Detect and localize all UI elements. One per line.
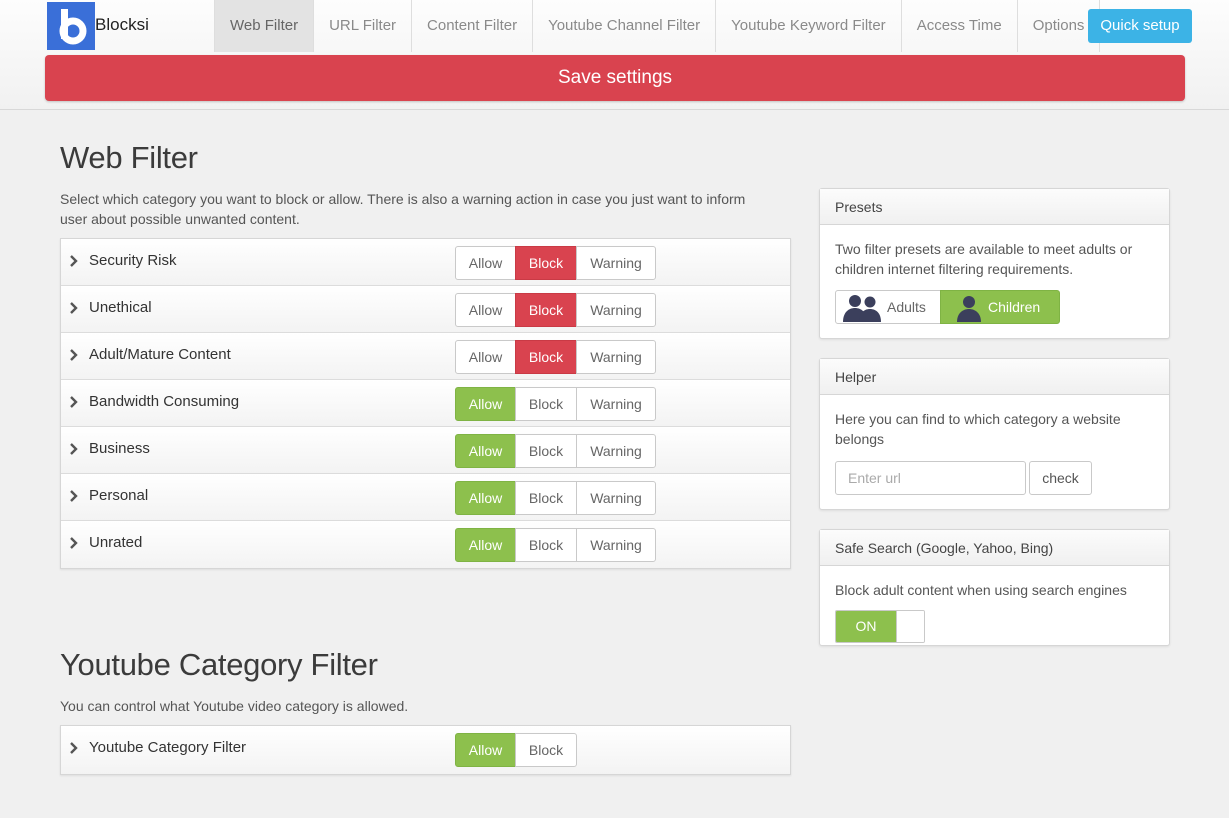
block-button[interactable]: Block: [515, 387, 577, 421]
tab-youtube-channel-filter[interactable]: Youtube Channel Filter: [533, 0, 717, 52]
chevron-right-icon[interactable]: [69, 489, 81, 503]
allow-button[interactable]: Allow: [455, 340, 516, 374]
adults-preset-button[interactable]: Adults: [835, 290, 941, 324]
web-filter-description: Select which category you want to block …: [60, 189, 745, 229]
category-label[interactable]: Youtube Category Filter: [89, 739, 246, 756]
chevron-right-icon[interactable]: [69, 348, 81, 362]
allow-button[interactable]: Allow: [455, 246, 516, 280]
category-label[interactable]: Adult/Mature Content: [89, 346, 231, 363]
chevron-right-icon[interactable]: [69, 395, 81, 409]
category-label[interactable]: Business: [89, 440, 150, 457]
web-filter-title: Web Filter: [60, 140, 198, 175]
allow-button[interactable]: Allow: [455, 481, 516, 515]
warning-button[interactable]: Warning: [576, 481, 656, 515]
safe-search-toggle[interactable]: ON: [835, 610, 925, 643]
tab-web-filter[interactable]: Web Filter: [214, 0, 315, 52]
main-nav: Web Filter URL Filter Content Filter You…: [214, 0, 1101, 52]
warning-button[interactable]: Warning: [576, 293, 656, 327]
category-label[interactable]: Bandwidth Consuming: [89, 393, 239, 410]
chevron-right-icon[interactable]: [69, 741, 81, 755]
safe-search-panel-title: Safe Search (Google, Yahoo, Bing): [820, 530, 1169, 566]
child-icon: [957, 296, 981, 322]
toggle-on-label: ON: [836, 611, 896, 642]
preset-button-group: Adults Children: [835, 290, 1060, 324]
action-button-group: Allow Block Warning: [455, 387, 656, 421]
tab-youtube-keyword-filter[interactable]: Youtube Keyword Filter: [716, 0, 902, 52]
category-label[interactable]: Security Risk: [89, 252, 177, 269]
check-button[interactable]: check: [1029, 461, 1092, 495]
warning-button[interactable]: Warning: [576, 528, 656, 562]
youtube-filter-description: You can control what Youtube video categ…: [60, 698, 409, 714]
save-settings-button[interactable]: Save settings: [45, 55, 1185, 101]
safe-search-panel: Safe Search (Google, Yahoo, Bing) Block …: [819, 529, 1170, 646]
allow-button[interactable]: Allow: [455, 528, 516, 562]
block-button[interactable]: Block: [515, 246, 577, 280]
category-row-business: Business Allow Block Warning: [61, 427, 790, 474]
tab-content-filter[interactable]: Content Filter: [412, 0, 534, 52]
action-button-group: Allow Block Warning: [455, 246, 656, 280]
quick-setup-button[interactable]: Quick setup: [1088, 9, 1192, 43]
block-button[interactable]: Block: [515, 434, 577, 468]
action-button-group: Allow Block Warning: [455, 528, 656, 562]
category-row-unethical: Unethical Allow Block Warning: [61, 286, 790, 333]
children-preset-label: Children: [988, 299, 1041, 315]
presets-panel-title: Presets: [820, 189, 1169, 225]
category-label[interactable]: Unethical: [89, 299, 152, 316]
category-label[interactable]: Unrated: [89, 534, 142, 551]
toggle-knob: [896, 611, 924, 642]
adults-icon: [843, 295, 881, 322]
chevron-right-icon[interactable]: [69, 301, 81, 315]
tab-url-filter[interactable]: URL Filter: [314, 0, 413, 52]
children-preset-button[interactable]: Children: [940, 290, 1060, 324]
warning-button[interactable]: Warning: [576, 387, 656, 421]
chevron-right-icon[interactable]: [69, 536, 81, 550]
category-label[interactable]: Personal: [89, 487, 148, 504]
safe-search-description: Block adult content when using search en…: [835, 582, 1127, 598]
category-row-youtube-category-filter: Youtube Category Filter Allow Block: [61, 726, 790, 774]
presets-description: Two filter presets are available to meet…: [835, 241, 1133, 277]
category-row-unrated: Unrated Allow Block Warning: [61, 521, 790, 568]
category-row-adult-mature-content: Adult/Mature Content Allow Block Warning: [61, 333, 790, 380]
allow-button[interactable]: Allow: [455, 434, 516, 468]
top-bar: Blocksi Web Filter URL Filter Content Fi…: [0, 0, 1229, 110]
category-row-personal: Personal Allow Block Warning: [61, 474, 790, 521]
category-row-bandwidth-consuming: Bandwidth Consuming Allow Block Warning: [61, 380, 790, 427]
block-button[interactable]: Block: [515, 340, 577, 374]
block-button[interactable]: Block: [515, 528, 577, 562]
block-button[interactable]: Block: [515, 733, 577, 767]
allow-button[interactable]: Allow: [455, 387, 516, 421]
allow-button[interactable]: Allow: [455, 293, 516, 327]
action-button-group: Allow Block Warning: [455, 340, 656, 374]
chevron-right-icon[interactable]: [69, 442, 81, 456]
url-input[interactable]: [835, 461, 1026, 495]
presets-panel: Presets Two filter presets are available…: [819, 188, 1170, 339]
helper-panel: Helper Here you can find to which catego…: [819, 358, 1170, 510]
brand-name: Blocksi: [95, 15, 149, 34]
web-filter-description-line-2: user about possible unwanted content.: [60, 211, 300, 227]
action-button-group: Allow Block Warning: [455, 293, 656, 327]
block-button[interactable]: Block: [515, 481, 577, 515]
warning-button[interactable]: Warning: [576, 246, 656, 280]
block-button[interactable]: Block: [515, 293, 577, 327]
action-button-group: Allow Block: [455, 733, 577, 767]
tab-access-time[interactable]: Access Time: [902, 0, 1018, 52]
category-row-security-risk: Security Risk Allow Block Warning: [61, 239, 790, 286]
action-button-group: Allow Block Warning: [455, 434, 656, 468]
web-filter-description-line-1: Select which category you want to block …: [60, 191, 746, 207]
allow-button[interactable]: Allow: [455, 733, 516, 767]
youtube-category-list: Youtube Category Filter Allow Block: [60, 725, 791, 775]
helper-description: Here you can find to which category a we…: [835, 411, 1121, 447]
helper-panel-title: Helper: [820, 359, 1169, 395]
web-filter-category-list: Security Risk Allow Block Warning Unethi…: [60, 238, 791, 569]
action-button-group: Allow Block Warning: [455, 481, 656, 515]
youtube-filter-title: Youtube Category Filter: [60, 647, 378, 682]
adults-preset-label: Adults: [887, 299, 926, 315]
warning-button[interactable]: Warning: [576, 434, 656, 468]
warning-button[interactable]: Warning: [576, 340, 656, 374]
blocksi-logo-icon: [47, 2, 95, 50]
chevron-right-icon[interactable]: [69, 254, 81, 268]
